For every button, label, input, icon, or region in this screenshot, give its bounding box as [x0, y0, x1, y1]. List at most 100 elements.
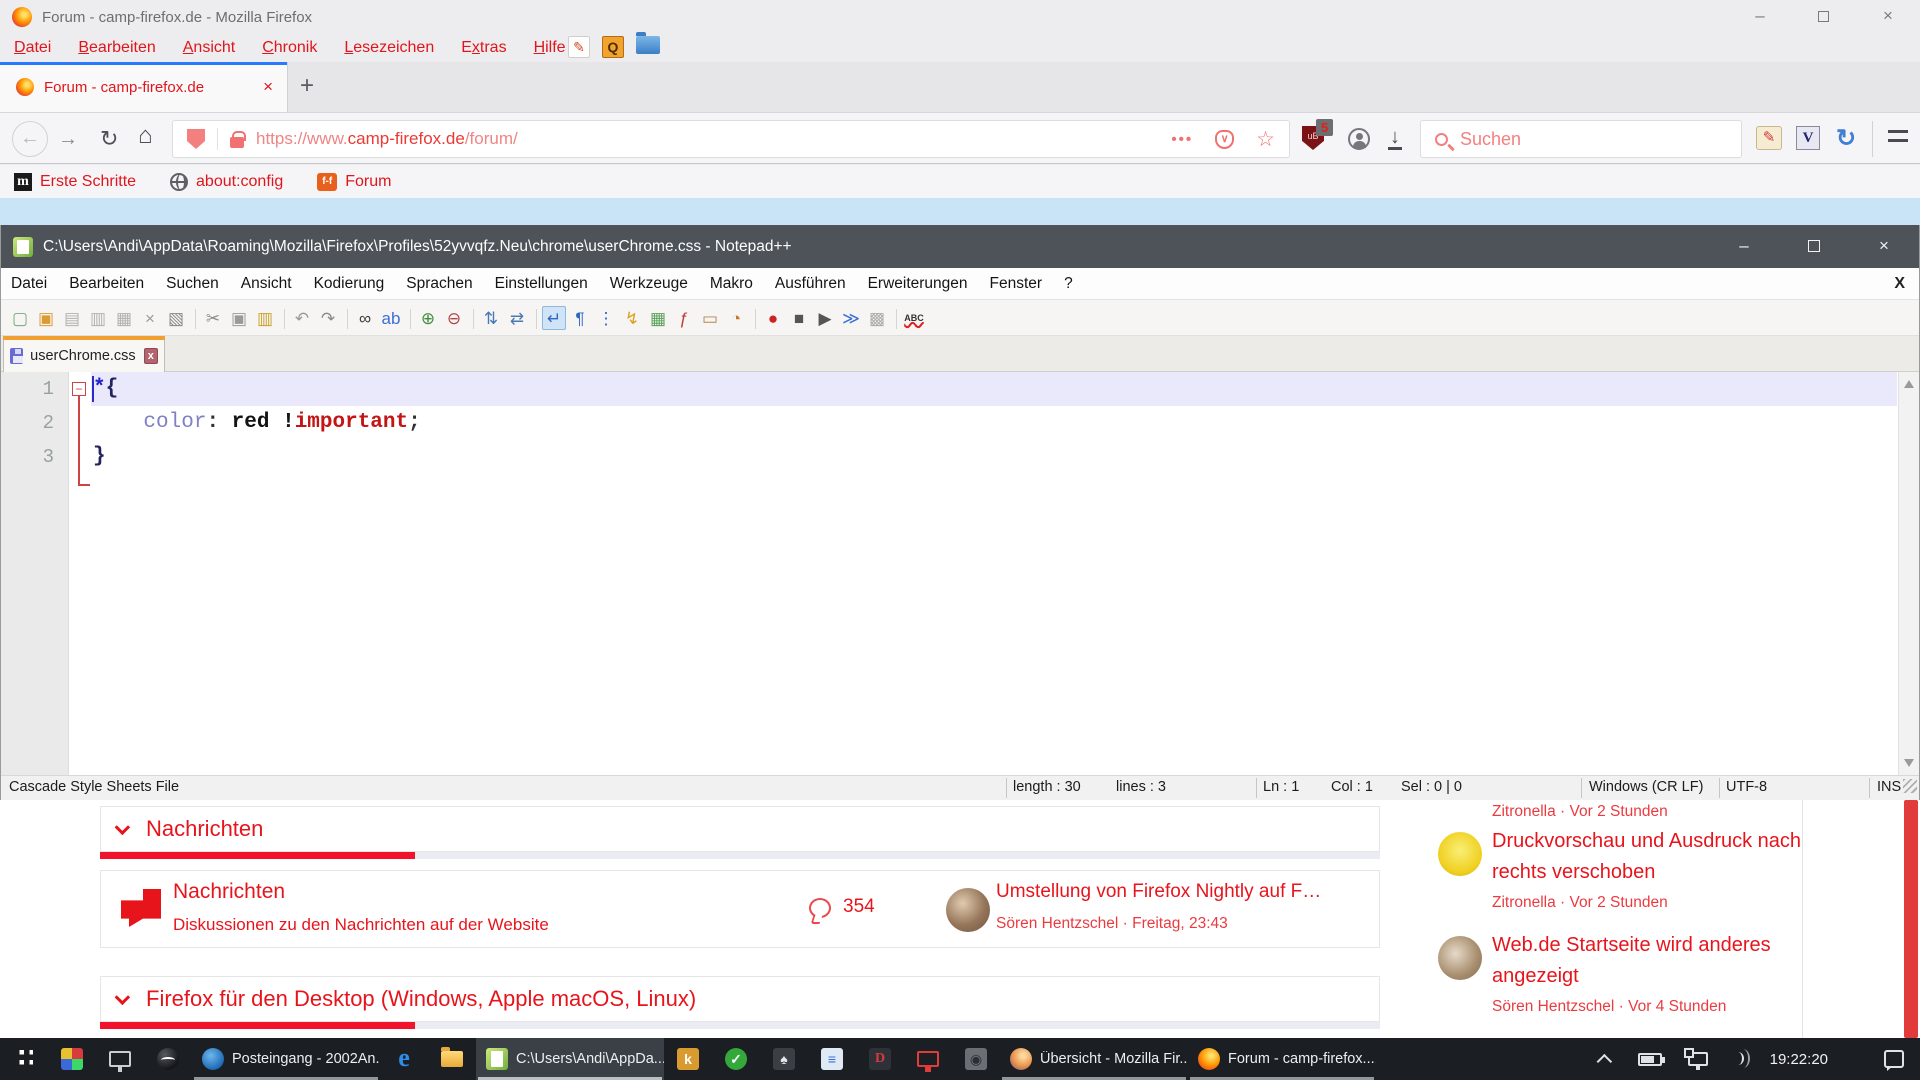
- bookmark-erste-schritte[interactable]: m Erste Schritte: [14, 173, 136, 191]
- tab-close-icon[interactable]: x: [144, 348, 158, 364]
- quick-search-icon[interactable]: Q: [602, 36, 624, 58]
- npp-menu-einstellungen[interactable]: Einstellungen: [495, 275, 588, 293]
- toolbar-show-all-characters[interactable]: ¶: [568, 306, 592, 330]
- sync-swirl-icon[interactable]: ↻: [1836, 124, 1856, 153]
- taskbar-icon-cube[interactable]: [48, 1038, 96, 1080]
- editor-scrollbar[interactable]: [1898, 372, 1919, 775]
- toolbar-macro-play[interactable]: ▶: [813, 306, 837, 330]
- toolbar-paste[interactable]: ▥: [253, 306, 277, 330]
- taskbar-icon-notes[interactable]: ≡: [808, 1038, 856, 1080]
- firefox-menu-ansicht[interactable]: Ansicht: [183, 39, 235, 57]
- toolbar-undo[interactable]: ↶: [290, 306, 314, 330]
- firefox-menu-chronik[interactable]: Chronik: [262, 39, 317, 57]
- downloads-icon[interactable]: ↓: [1388, 127, 1402, 150]
- npp-menu-makro[interactable]: Makro: [710, 275, 753, 293]
- tracking-protection-shield-icon[interactable]: [187, 129, 205, 149]
- close-button[interactable]: ×: [1856, 0, 1920, 34]
- taskbar-icon-daemon[interactable]: D: [856, 1038, 904, 1080]
- toolbar-indent-guide[interactable]: ⋮: [594, 306, 618, 330]
- last-post-meta[interactable]: Sören Hentzschel · Freitag, 23:43: [996, 915, 1228, 933]
- sidebar-topic-link[interactable]: Web.de Startseite wird anderes angezeigt: [1492, 930, 1832, 992]
- home-button[interactable]: ⌂: [138, 129, 153, 143]
- toolbar-shortcut-mapper[interactable]: ↯: [620, 306, 644, 330]
- bookmark-forum[interactable]: f-f Forum: [317, 173, 391, 191]
- sidebar-top-meta[interactable]: Zitronella · Vor 2 Stunden: [1492, 803, 1668, 821]
- code-editor[interactable]: 123 − *{ color: red !important;}: [1, 372, 1919, 775]
- tray-expand-chevron-icon[interactable]: [1596, 1053, 1612, 1069]
- section-header-firefox-desktop[interactable]: Firefox für den Desktop (Windows, Apple …: [100, 976, 1380, 1022]
- tab-close-icon[interactable]: ×: [259, 77, 277, 97]
- status-insert-mode[interactable]: INS: [1877, 779, 1901, 795]
- toolbar-copy[interactable]: ▣: [227, 306, 251, 330]
- firefox-menu-datei[interactable]: Datei: [14, 39, 51, 57]
- taskbar-button-firefox-forum[interactable]: Forum - camp-firefox....: [1188, 1038, 1376, 1080]
- taskbar-icon-explorer[interactable]: [428, 1038, 476, 1080]
- toolbar-new-file[interactable]: ▢: [8, 306, 32, 330]
- avatar[interactable]: [946, 888, 990, 932]
- maximize-button[interactable]: [1792, 0, 1856, 34]
- toolbar-save-copy[interactable]: ▥: [86, 306, 110, 330]
- toolbar-macro-save[interactable]: ▩: [865, 306, 889, 330]
- minimize-button[interactable]: –: [1728, 0, 1792, 34]
- toolbar-macro-record[interactable]: ●: [761, 306, 785, 330]
- sidebar-topic-meta[interactable]: Sören Hentzschel · Vor 4 Stunden: [1492, 998, 1726, 1016]
- https-lock-icon[interactable]: [230, 137, 244, 148]
- section-header-nachrichten[interactable]: Nachrichten: [100, 806, 1380, 852]
- clock[interactable]: 19:22:20: [1770, 1051, 1828, 1068]
- taskbar-icon-check[interactable]: ✓: [712, 1038, 760, 1080]
- fold-collapse-icon[interactable]: −: [72, 382, 86, 396]
- reload-button[interactable]: ↻: [100, 132, 118, 146]
- toolbar-sync-vertical[interactable]: ⇅: [479, 306, 503, 330]
- toolbar-print[interactable]: ▧: [164, 306, 188, 330]
- chevron-down-icon[interactable]: [115, 819, 131, 835]
- toolbar-document-monitor[interactable]: ◔: [724, 306, 748, 330]
- taskbar-button-notepadpp[interactable]: C:\Users\Andi\AppDa...: [476, 1038, 664, 1080]
- taskbar-icon-keepass[interactable]: k: [664, 1038, 712, 1080]
- note-edit-icon[interactable]: ✎: [568, 36, 590, 58]
- npp-menu-fenster[interactable]: Fenster: [990, 275, 1043, 293]
- bookmark-star-icon[interactable]: ☆: [1256, 127, 1275, 152]
- notification-center-icon[interactable]: [1884, 1050, 1904, 1068]
- close-button[interactable]: ×: [1849, 225, 1919, 268]
- scroll-up-arrow[interactable]: [1904, 380, 1914, 388]
- toolbar-function-list[interactable]: ƒ: [672, 306, 696, 330]
- toolbar-sync-horizontal[interactable]: ⇄: [505, 306, 529, 330]
- account-icon[interactable]: [1348, 128, 1370, 150]
- npp-menu-ausfuehren[interactable]: Ausführen: [775, 275, 846, 293]
- battery-icon[interactable]: [1638, 1053, 1662, 1066]
- userscript-scroll-icon[interactable]: ✎: [1756, 126, 1782, 150]
- npp-menu-erweiterungen[interactable]: Erweiterungen: [868, 275, 968, 293]
- back-button[interactable]: ←: [12, 121, 48, 157]
- pocket-icon[interactable]: ∨: [1215, 130, 1234, 149]
- npp-menu-suchen[interactable]: Suchen: [166, 275, 219, 293]
- toolbar-zoom-in[interactable]: ⊕: [416, 306, 440, 330]
- speaker-icon[interactable]: [1734, 1050, 1744, 1068]
- npp-menu-bearbeiten[interactable]: Bearbeiten: [69, 275, 144, 293]
- taskbar-icon-monitor[interactable]: [96, 1038, 144, 1080]
- npp-menu-kodierung[interactable]: Kodierung: [314, 275, 385, 293]
- firefox-menu-lesezeichen[interactable]: Lesezeichen: [344, 39, 434, 57]
- search-bar[interactable]: [1420, 120, 1742, 158]
- taskbar-icon-camera[interactable]: ◉: [952, 1038, 1000, 1080]
- start-button[interactable]: [0, 1038, 48, 1080]
- minimize-button[interactable]: –: [1709, 225, 1779, 268]
- npp-menu-datei[interactable]: Datei: [11, 275, 47, 293]
- toolbar-cut[interactable]: ✂: [201, 306, 225, 330]
- page-scrollbar[interactable]: [1904, 800, 1918, 1038]
- toolbar-folder-as-workspace[interactable]: ▭: [698, 306, 722, 330]
- last-post-link[interactable]: Umstellung von Firefox Nightly auf F…: [996, 881, 1321, 903]
- avatar[interactable]: [1438, 832, 1482, 876]
- toolbar-close[interactable]: ×: [138, 306, 162, 330]
- document-close-x[interactable]: X: [1894, 275, 1905, 293]
- menu-hamburger-icon[interactable]: [1888, 130, 1908, 146]
- url-text[interactable]: https://www.camp-firefox.de/forum/: [256, 129, 518, 149]
- folder-icon[interactable]: [636, 36, 660, 54]
- forum-title-link[interactable]: Nachrichten: [173, 880, 285, 904]
- tab-forum-camp-firefox[interactable]: Forum - camp-firefox.de ×: [0, 62, 288, 112]
- url-bar[interactable]: https://www.camp-firefox.de/forum/ ••• ∨…: [172, 120, 1290, 158]
- toolbar-zoom-out[interactable]: ⊖: [442, 306, 466, 330]
- firefox-menu-bearbeiten[interactable]: Bearbeiten: [78, 39, 155, 57]
- toolbar-save[interactable]: ▤: [60, 306, 84, 330]
- toolbar-replace[interactable]: ab: [379, 306, 403, 330]
- npp-menu-werkzeuge[interactable]: Werkzeuge: [610, 275, 688, 293]
